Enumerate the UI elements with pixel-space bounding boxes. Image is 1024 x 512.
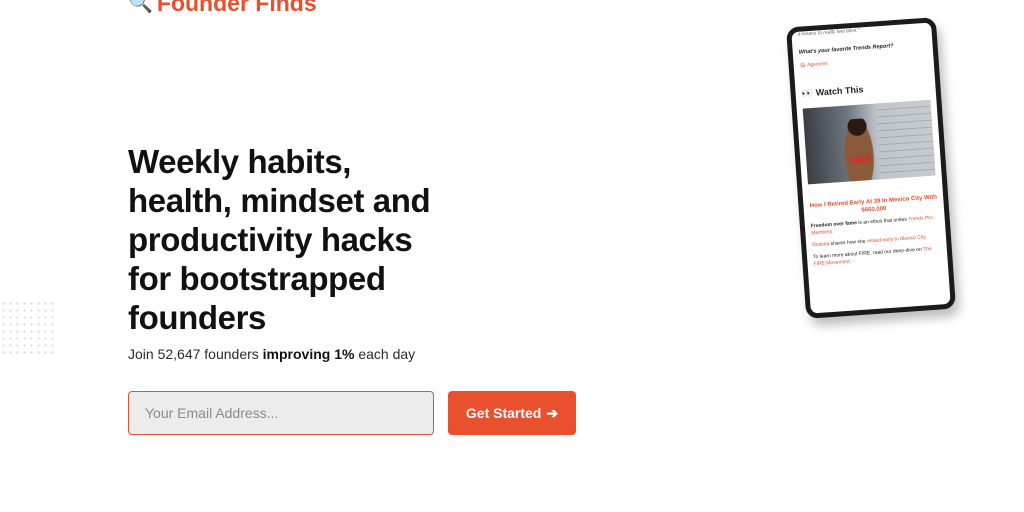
tablet-tag: 🏚 Agencies [799,60,828,69]
eyes-icon: 👀 [801,87,814,99]
dot-pattern-decoration [0,300,56,356]
hero-subline: Join 52,647 founders improving 1% each d… [128,346,415,362]
subline-prefix: Join 52,647 founders [128,346,263,362]
tablet-quote: it means to really feel alive." [797,27,860,38]
p1-bold: Freedom over fame [810,220,858,230]
email-input[interactable] [128,391,434,435]
p2-link-1: Rosbita [812,241,830,249]
tablet-screen: it means to really feel alive." What's y… [785,17,957,319]
tablet-mockup: it means to really feel alive." What's y… [785,17,957,319]
video-thumbnail [802,99,936,185]
tablet-watch-heading: 👀 Watch This [801,80,929,100]
arrow-right-icon: ➔ [546,404,559,421]
video-title: How I Retired Early At 39 In Mexico City… [809,194,938,214]
get-started-button[interactable]: Get Started ➔ [448,391,576,435]
p2-text: shares how she [828,238,868,248]
p3-text: To learn more about FIRE, read our deep-… [812,246,924,261]
get-started-label: Get Started [465,405,542,421]
p2-link-2: retired early to Mexico City. [866,234,928,245]
tablet-question: What's your favorite Trends Report? [798,43,894,56]
subline-suffix: each day [354,346,416,362]
brand-logo[interactable]: 🔍 Founder Finds [128,0,317,15]
video-building-bg [875,99,936,180]
tablet-paragraph-3: To learn more about FIRE, read our deep-… [813,245,942,268]
video-person [841,117,876,182]
subline-bold: improving 1% [262,346,355,362]
brand-name: Founder Finds [156,0,317,16]
p1-text: is an ethos that unites [856,216,909,227]
magnifier-icon: 🔍 [128,0,153,14]
hero-headline: Weekly habits, health, mindset and produ… [128,143,431,336]
watch-heading-text: Watch This [815,84,864,98]
